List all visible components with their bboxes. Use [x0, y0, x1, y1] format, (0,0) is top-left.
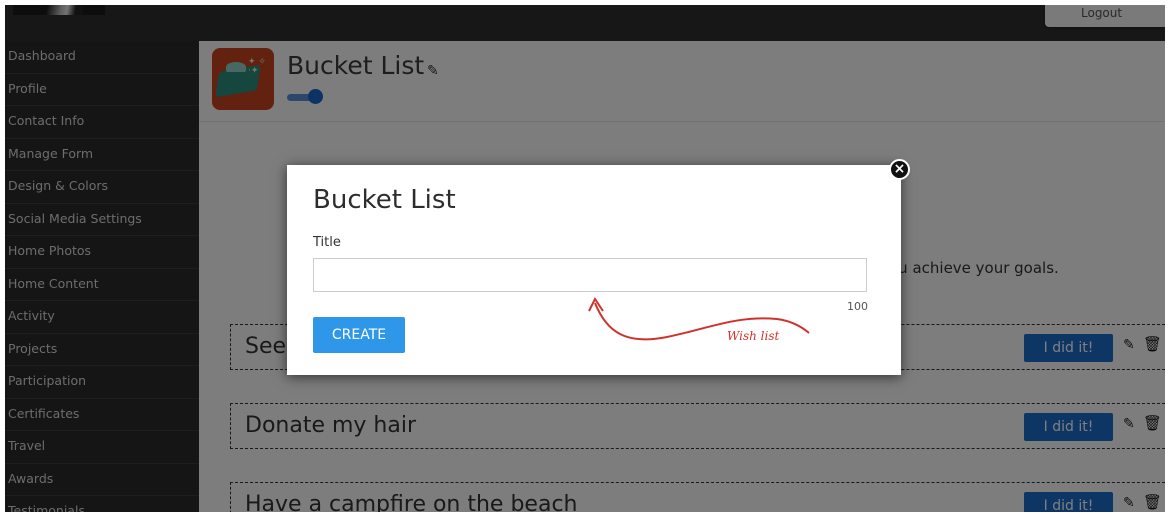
title-field-label: Title: [313, 235, 341, 250]
annotation-label: Wish list: [727, 329, 780, 343]
app-window: Logout Dashboard Profile Contact Info Ma…: [5, 5, 1165, 512]
modal-title: Bucket List: [313, 185, 456, 215]
close-modal-button[interactable]: ×: [889, 159, 910, 180]
annotation-arrow: [588, 297, 810, 341]
char-limit-counter: 100: [847, 300, 868, 313]
close-icon: ×: [893, 161, 906, 177]
title-input[interactable]: [313, 258, 867, 292]
create-button[interactable]: CREATE: [313, 317, 405, 353]
create-bucket-item-modal: Bucket List Title 100 CREATE Wish list: [287, 165, 901, 375]
